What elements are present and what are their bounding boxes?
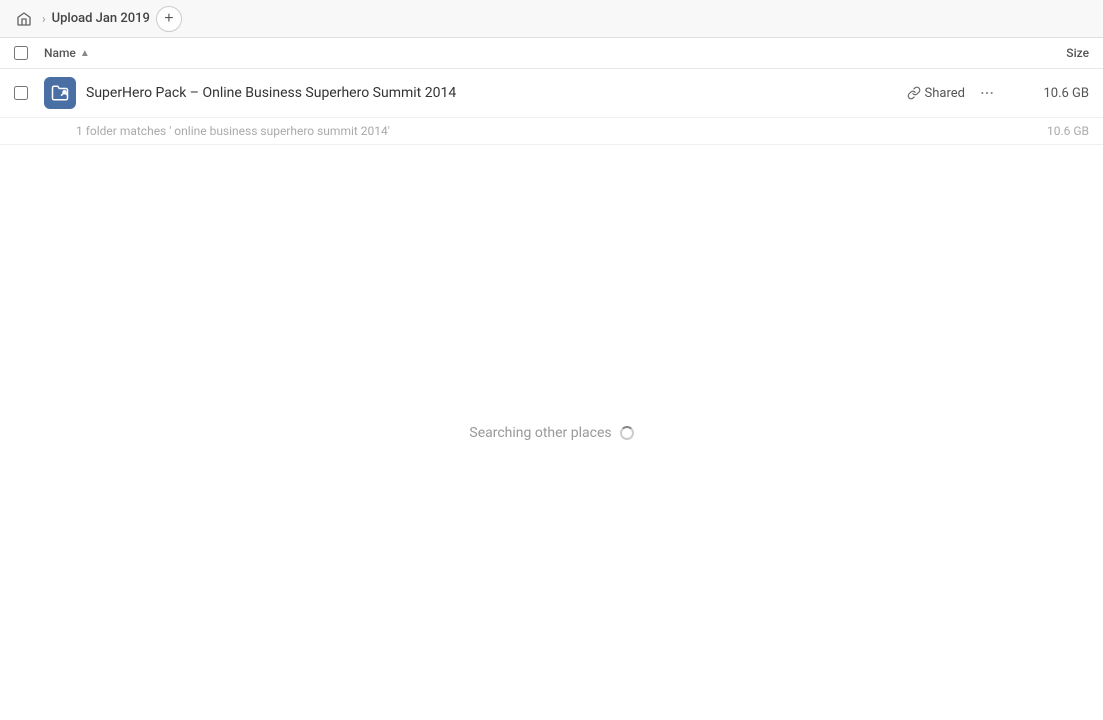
search-info-row: 1 folder matches ' online business super… — [0, 118, 1103, 145]
breadcrumb-label: Upload Jan 2019 — [52, 11, 150, 26]
searching-label: Searching other places — [469, 425, 611, 441]
add-button[interactable]: + — [156, 6, 182, 32]
column-name-header[interactable]: Name ▲ — [44, 46, 1009, 60]
folder-icon-container — [44, 77, 76, 109]
folder-share-icon — [51, 84, 69, 102]
header-checkbox-col — [14, 46, 44, 60]
more-options-icon — [979, 85, 995, 101]
home-button[interactable] — [12, 7, 36, 31]
row-checkbox[interactable] — [14, 86, 28, 100]
breadcrumb-separator: › — [42, 12, 46, 26]
select-all-checkbox[interactable] — [14, 46, 28, 60]
searching-other-places: Searching other places — [0, 425, 1103, 441]
more-options-button[interactable] — [973, 79, 1001, 107]
link-icon — [907, 86, 921, 100]
shared-label: Shared — [925, 86, 965, 101]
file-size: 10.6 GB — [1009, 86, 1089, 101]
search-info-size: 10.6 GB — [1009, 124, 1089, 138]
shared-badge: Shared — [907, 86, 965, 101]
file-name: SuperHero Pack – Online Business Superhe… — [86, 85, 907, 101]
column-headers: Name ▲ Size — [0, 38, 1103, 69]
search-info-text: 1 folder matches ' online business super… — [76, 124, 1009, 138]
loading-spinner — [620, 426, 634, 440]
header-bar: › Upload Jan 2019 + — [0, 0, 1103, 38]
file-row[interactable]: SuperHero Pack – Online Business Superhe… — [0, 69, 1103, 118]
column-size-header[interactable]: Size — [1009, 46, 1089, 60]
row-checkbox-col — [14, 86, 44, 100]
column-name-label: Name — [44, 46, 76, 60]
sort-arrow-icon: ▲ — [80, 48, 90, 59]
